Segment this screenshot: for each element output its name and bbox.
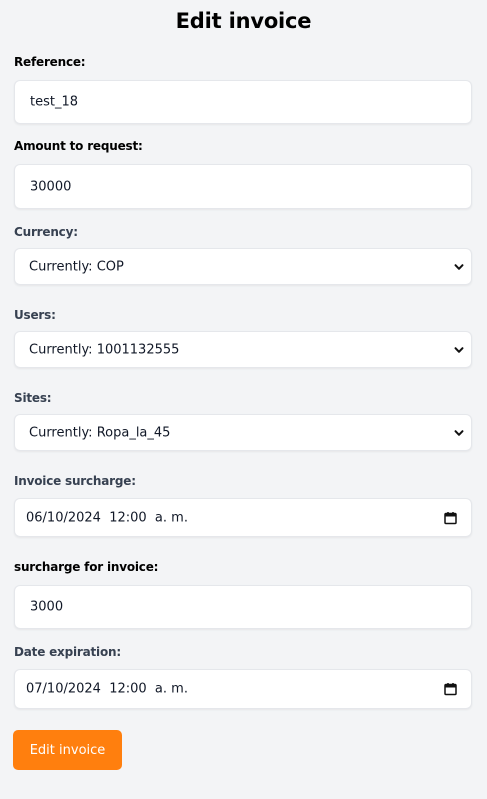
- reference-label: Reference:: [14, 55, 86, 69]
- chevron-down-icon: [454, 263, 464, 270]
- sites-select[interactable]: Currently: Ropa_la_45: [14, 414, 472, 451]
- reference-value: test_18: [30, 94, 79, 110]
- invoice-surcharge-value: 06/10/2024 12:00 a. m.: [26, 510, 188, 525]
- surcharge-for-invoice-value: 3000: [30, 599, 64, 615]
- edit-invoice-page: Edit invoice Reference: test_18 Amount t…: [0, 0, 487, 799]
- date-expiration-label: Date expiration:: [14, 645, 121, 659]
- sites-label: Sites:: [14, 391, 52, 405]
- surcharge-for-invoice-label: surcharge for invoice:: [14, 560, 159, 574]
- reference-input[interactable]: test_18: [14, 80, 472, 124]
- calendar-icon[interactable]: [444, 683, 457, 696]
- invoice-surcharge-label: Invoice surcharge:: [14, 474, 136, 488]
- chevron-down-icon: [454, 429, 464, 436]
- currency-selected-value: Currently: COP: [29, 259, 124, 274]
- sites-selected-value: Currently: Ropa_la_45: [29, 425, 171, 440]
- currency-select[interactable]: Currently: COP: [14, 248, 472, 285]
- calendar-icon[interactable]: [444, 511, 457, 524]
- page-title: Edit invoice: [175, 9, 312, 33]
- currency-label: Currency:: [14, 225, 78, 239]
- edit-invoice-button[interactable]: Edit invoice: [13, 730, 122, 770]
- users-select[interactable]: Currently: 1001132555: [14, 331, 472, 368]
- surcharge-for-invoice-input[interactable]: 3000: [14, 585, 472, 629]
- amount-input[interactable]: 30000: [14, 164, 472, 209]
- users-selected-value: Currently: 1001132555: [29, 342, 180, 357]
- amount-label: Amount to request:: [14, 139, 143, 153]
- users-label: Users:: [14, 308, 56, 322]
- date-expiration-value: 07/10/2024 12:00 a. m.: [26, 681, 188, 697]
- invoice-surcharge-datetime-input[interactable]: 06/10/2024 12:00 a. m.: [14, 498, 472, 537]
- chevron-down-icon: [454, 346, 464, 353]
- date-expiration-datetime-input[interactable]: 07/10/2024 12:00 a. m.: [14, 669, 472, 709]
- amount-value: 30000: [30, 179, 72, 194]
